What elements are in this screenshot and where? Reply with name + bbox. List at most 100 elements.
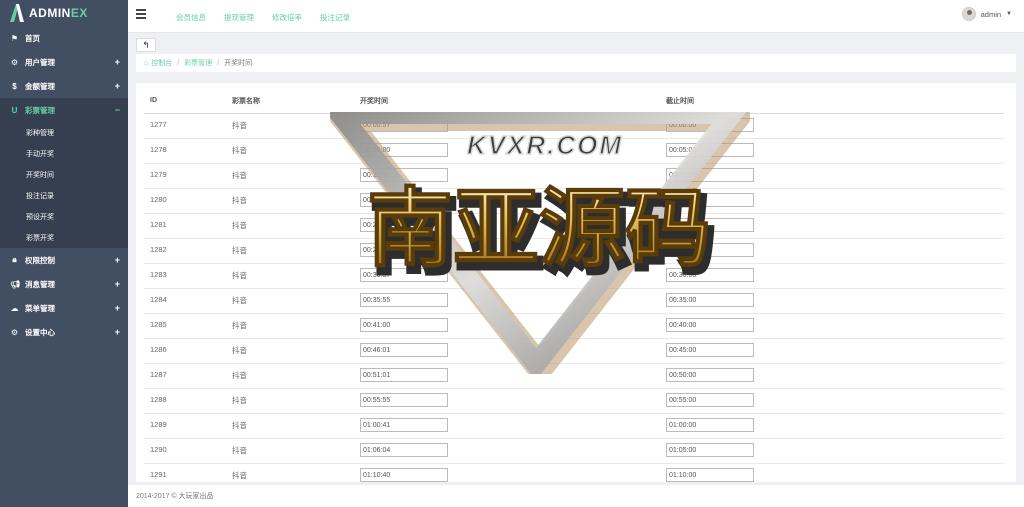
open-time-input[interactable] [360,193,448,207]
footer-copyright: 2014-2017 © 大玩家出品 [136,493,214,500]
cell-id: 1288 [144,388,232,414]
avatar [961,7,976,21]
top-nav-link[interactable]: 会员信息 [176,12,206,23]
cell-close-time [666,213,1004,239]
close-time-input[interactable] [666,118,754,132]
open-time-input[interactable] [360,418,448,432]
submenu-item[interactable]: 投注记录 [0,185,128,206]
submenu-item[interactable]: 预设开奖 [0,206,128,227]
close-time-input[interactable] [666,193,754,207]
breadcrumb-parent[interactable]: 彩票管理 [184,58,212,68]
cell-lottery-name: 抖音 [232,138,360,164]
open-time-input[interactable] [360,268,448,282]
close-time-input[interactable] [666,418,754,432]
submenu-item[interactable]: 开奖时间 [0,164,128,185]
footer: 2014-2017 © 大玩家出品 [128,485,1024,507]
expand-icon[interactable]: + [115,279,120,289]
cell-lottery-name: 抖音 [232,113,360,139]
magnet-icon: U [11,105,18,115]
collapse-icon[interactable]: − [115,105,120,115]
close-time-input[interactable] [666,293,754,307]
sidebar: ADMIN EX ⚑ 首页 ⚙ 用户管理 + $ 金额管理 + U 彩票管理 − 彩种管理 手动开奖 开奖… [0,0,128,507]
cell-open-time [360,113,666,139]
close-time-input[interactable] [666,143,754,157]
sidebar-item-label: 首页 [25,33,40,43]
open-time-input[interactable] [360,143,448,157]
draw-time-panel: ID 彩票名称 开奖时间 截止时间 1277抖音1278抖音1279抖音1280… [136,83,1016,482]
open-time-input[interactable] [360,168,448,182]
close-time-input[interactable] [666,318,754,332]
top-nav-link[interactable]: 提现管理 [224,12,254,23]
sidebar-item-items23[interactable]: ⚙ 设置中心 + [0,320,128,344]
user-menu[interactable]: admin ▼ [961,7,1012,21]
expand-icon[interactable]: + [115,327,120,337]
table-row: 1280 抖音 [144,188,1004,214]
cell-close-time [666,413,1004,439]
gear-icon: ⚙ [10,57,19,67]
logo[interactable]: ADMIN EX [0,0,128,26]
expand-icon[interactable]: + [115,255,120,265]
cell-open-time [360,263,666,289]
sidebar-item-items21[interactable]: 📢︎ 消息管理 + [0,272,128,296]
table-row: 1279 抖音 [144,163,1004,189]
sidebar-item-items1[interactable]: ⚙ 用户管理 + [0,50,128,74]
open-time-input[interactable] [360,118,448,132]
open-time-input[interactable] [360,443,448,457]
submenu-item[interactable]: 彩种管理 [0,122,128,143]
close-time-input[interactable] [666,343,754,357]
sidebar-item-items2[interactable]: $ 金额管理 + [0,74,128,98]
submenu-item[interactable]: 彩票开奖 [0,227,128,248]
col-id-header: ID [144,89,232,114]
open-time-input[interactable] [360,318,448,332]
sidebar-item-items3[interactable]: U 彩票管理 − [0,98,128,122]
home-icon: ⌂ [144,59,149,67]
table-row: 1281 抖音 [144,213,1004,239]
cell-id: 1291 [144,463,232,482]
expand-icon[interactable]: + [115,81,120,91]
cell-lottery-name: 抖音 [232,213,360,239]
cell-open-time [360,363,666,389]
sidebar-item-items20[interactable]: 🔒︎ 权限控制 + [0,248,128,272]
close-time-input[interactable] [666,243,754,257]
expand-icon[interactable]: + [115,57,120,67]
open-time-input[interactable] [360,468,448,482]
close-time-input[interactable] [666,443,754,457]
top-nav-link[interactable]: 修改倍率 [272,12,302,23]
cell-open-time [360,338,666,364]
table-header-row: ID 彩票名称 开奖时间 截止时间 [144,89,1004,114]
close-time-input[interactable] [666,168,754,182]
back-button[interactable]: ↰ [136,38,156,52]
open-time-input[interactable] [360,368,448,382]
open-time-input[interactable] [360,343,448,357]
open-time-input[interactable] [360,243,448,257]
hamburger-menu-icon[interactable] [136,9,146,19]
back-arrow-icon: ↰ [142,39,150,50]
submenu-item[interactable]: 手动开奖 [0,143,128,164]
close-time-input[interactable] [666,368,754,382]
open-time-input[interactable] [360,393,448,407]
close-time-input[interactable] [666,268,754,282]
cell-close-time [666,188,1004,214]
table-row: 1288 抖音 [144,388,1004,414]
cell-close-time [666,388,1004,414]
cell-lottery-name: 抖音 [232,388,360,414]
open-time-input[interactable] [360,293,448,307]
cell-close-time [666,238,1004,264]
table-row: 1290 抖音 [144,438,1004,464]
breadcrumb: ⌂ 控制台 / 彩票管理 / 开奖时间 [136,54,1016,72]
cell-id: 1282 [144,238,232,264]
col-open-time-header: 开奖时间 [360,89,666,114]
close-time-input[interactable] [666,468,754,482]
expand-icon[interactable]: + [115,303,120,313]
sidebar-item-items0[interactable]: ⚑ 首页 [0,26,128,50]
cell-open-time [360,163,666,189]
breadcrumb-home[interactable]: 控制台 [151,58,172,68]
open-time-input[interactable] [360,218,448,232]
cell-close-time [666,288,1004,314]
close-time-input[interactable] [666,393,754,407]
cell-id: 1290 [144,438,232,464]
close-time-input[interactable] [666,218,754,232]
cell-open-time [360,463,666,482]
top-nav-link[interactable]: 投注记录 [320,12,350,23]
sidebar-item-items22[interactable]: ☁ 菜单管理 + [0,296,128,320]
